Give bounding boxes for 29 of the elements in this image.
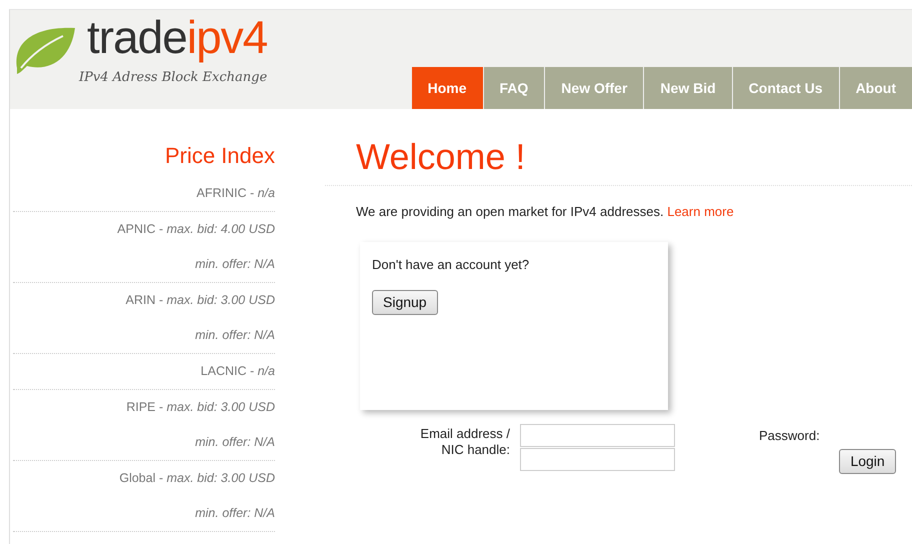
price-entry-text: LACNIC - n/a [200, 364, 275, 378]
nav-tab[interactable]: FAQ [482, 67, 544, 109]
price-index-title: Price Index [164, 142, 275, 170]
price-entry-text: min. offer: N/A [195, 328, 275, 342]
price-entry-text: ARIN - max. bid: 3.00 USD [126, 293, 275, 307]
price-entry-text: min. offer: N/A [195, 506, 275, 520]
email-label: Email address / NIC handle: [419, 424, 511, 458]
email-field[interactable] [520, 424, 675, 446]
nav-tab[interactable]: Home [410, 67, 483, 109]
password-field[interactable] [520, 448, 675, 470]
signup-button[interactable]: Signup [372, 290, 438, 315]
learn-more-link[interactable]: Learn more [667, 204, 734, 219]
signup-question: Don't have an account yet? [372, 256, 530, 274]
nav-tab[interactable]: New Offer [544, 67, 644, 109]
welcome-heading: Welcome ! [356, 139, 526, 175]
price-entry-text: min. offer: N/A [195, 435, 275, 449]
intro-text: We are providing an open market for IPv4 addresses. [356, 204, 664, 219]
price-entry-text: RIPE - max. bid: 3.00 USD [126, 400, 275, 414]
site-logo-text: tradeipv4 [87, 14, 268, 60]
login-button[interactable]: Login [839, 449, 896, 474]
nav-tab[interactable]: About [838, 67, 912, 109]
price-entry-text: APNIC - max. bid: 4.00 USD [117, 222, 275, 236]
tagline: IPv4 Adress Block Exchange [79, 69, 268, 87]
price-entry-text: Global - max. bid: 3.00 USD [119, 471, 275, 485]
nav-tab[interactable]: Contact Us [732, 67, 839, 109]
password-label: Password: [759, 426, 820, 444]
nav-tab[interactable]: New Bid [643, 67, 732, 109]
price-entry-text: AFRINIC - n/a [196, 186, 275, 200]
price-entry-text: min. offer: N/A [195, 257, 275, 271]
